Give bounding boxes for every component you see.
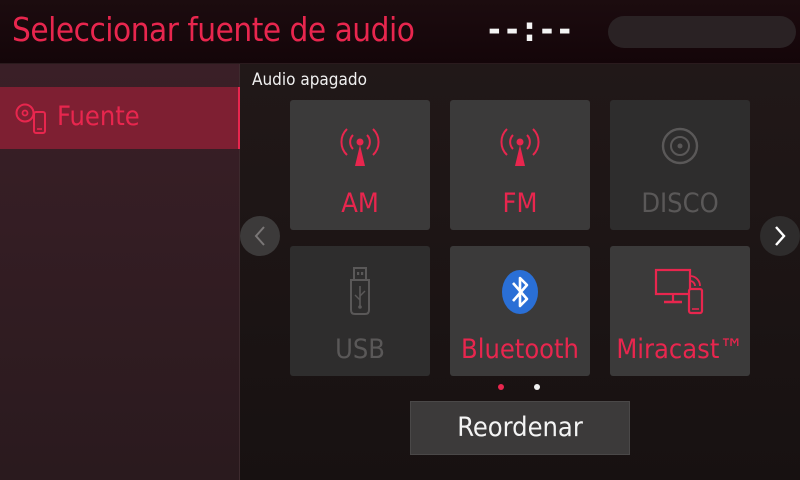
source-tile-am[interactable]: AM xyxy=(290,100,430,230)
sidebar: Fuente xyxy=(0,64,240,480)
clock: --:-- xyxy=(488,10,577,50)
chevron-left-icon xyxy=(254,226,265,246)
source-tile-bluetooth[interactable]: Bluetooth xyxy=(450,246,590,376)
reorder-button[interactable]: Reordenar xyxy=(410,401,630,455)
source-tile-miracast[interactable]: Miracast™ xyxy=(610,246,750,376)
antenna-icon xyxy=(330,118,390,178)
antenna-icon xyxy=(490,118,550,178)
source-tile-usb[interactable]: USB xyxy=(290,246,430,376)
disc-icon xyxy=(650,118,710,178)
main-panel: Audio apagado AM FM DISCO USB Bluetooth … xyxy=(240,64,800,480)
chevron-right-icon xyxy=(775,226,786,246)
source-label: Bluetooth xyxy=(461,334,579,365)
source-icon xyxy=(14,100,50,136)
audio-status: Audio apagado xyxy=(252,70,367,90)
source-tile-disc[interactable]: DISCO xyxy=(610,100,750,230)
source-label: DISCO xyxy=(641,188,719,219)
source-label: FM xyxy=(502,188,538,219)
usb-icon xyxy=(330,264,390,324)
sidebar-item-source[interactable]: Fuente xyxy=(0,87,240,149)
page-indicator-dot xyxy=(534,384,540,390)
next-page-button[interactable] xyxy=(760,216,800,256)
page-title: Seleccionar fuente de audio xyxy=(12,10,415,49)
source-label: USB xyxy=(335,334,385,365)
status-pill xyxy=(608,16,796,48)
source-label: AM xyxy=(341,188,379,219)
header-bar: Seleccionar fuente de audio --:-- xyxy=(0,0,800,64)
page-indicator-dot-active xyxy=(498,384,504,390)
previous-page-button[interactable] xyxy=(240,216,280,256)
bluetooth-icon xyxy=(490,264,550,324)
miracast-icon xyxy=(650,264,710,324)
sidebar-item-label: Fuente xyxy=(57,101,140,132)
source-tile-fm[interactable]: FM xyxy=(450,100,590,230)
source-label: Miracast™ xyxy=(616,334,744,365)
